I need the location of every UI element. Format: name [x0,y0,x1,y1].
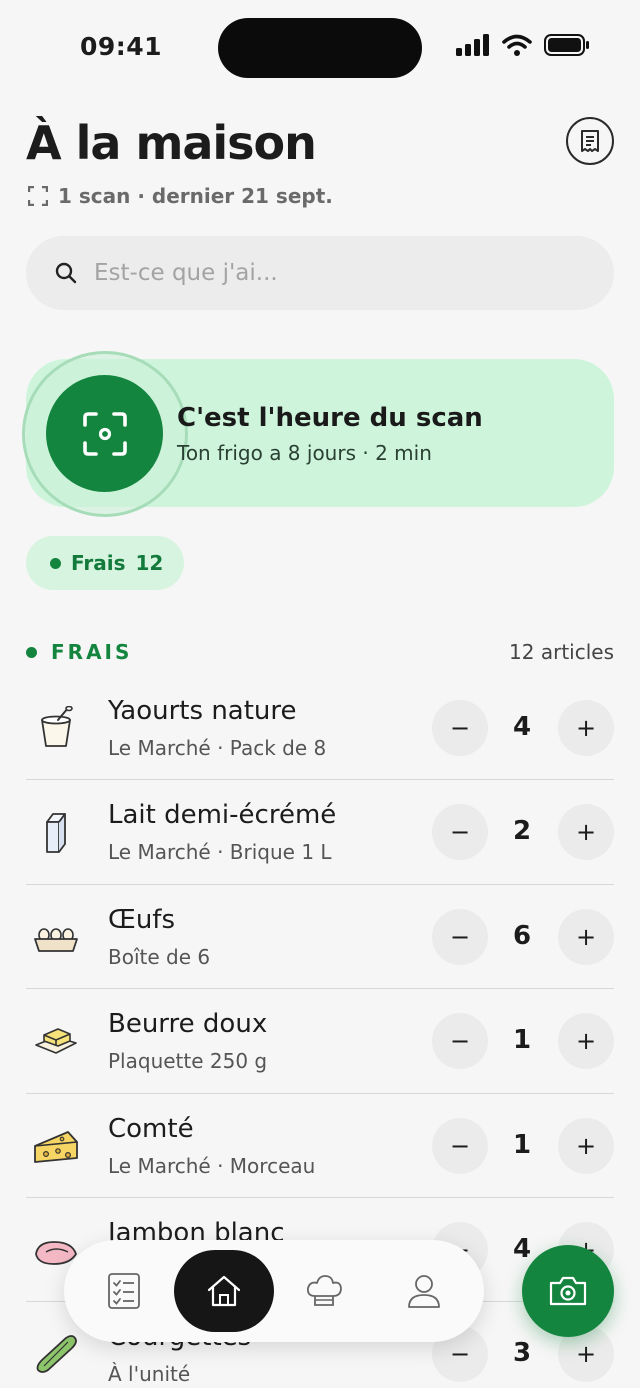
search-bar[interactable] [26,236,614,310]
item-detail: Le Marché · Brique 1 L [108,840,332,865]
quantity-value: 3 [512,1338,532,1369]
decrease-button[interactable]: − [432,1013,488,1070]
chip-dot [50,557,61,569]
cheese-icon [34,1130,78,1163]
section-title: FRAIS [26,640,132,664]
butter-icon [35,1028,77,1054]
item-name: Yaourts nature [108,696,297,726]
chef-hat-icon [306,1275,342,1306]
item-detail: Plaquette 250 g [108,1049,268,1074]
item-detail: Le Marché · Morceau [108,1153,316,1178]
status-icons [456,34,590,56]
battery-icon [544,34,589,56]
increase-button[interactable]: + [558,1117,614,1174]
search-input[interactable] [94,260,554,286]
page-title: À la maison [26,116,317,170]
section-count: 12 articles [509,640,614,664]
list-item[interactable]: Lait demi-écrémé Le Marché · Brique 1 L … [26,780,614,885]
filter-chip-frais[interactable]: Frais 12 [26,536,184,590]
yogurt-icon [41,706,73,747]
receipt-icon [581,130,599,152]
status-time: 09:41 [80,32,163,61]
wifi-icon [502,34,532,56]
scan-meta-text: 1 scan · dernier 21 sept. [58,184,333,208]
item-detail: Le Marché · Pack de 8 [108,736,327,760]
increase-button[interactable]: + [558,804,614,861]
bottom-nav [64,1240,484,1342]
quantity-value: 1 [512,1025,532,1056]
search-icon [55,262,77,284]
quantity-value: 1 [512,1129,532,1160]
item-detail: Boîte de 6 [108,944,211,969]
scan-card-subtitle: Ton frigo a 8 jours · 2 min [177,441,432,465]
item-name: Beurre doux [108,1009,268,1040]
list-item[interactable]: Beurre doux Plaquette 250 g − 1 + [26,989,614,1094]
list-icon [108,1273,140,1309]
scan-frame-icon [28,186,48,206]
dynamic-island [218,18,422,78]
chip-label: Frais [71,551,126,575]
increase-button[interactable]: + [558,1013,614,1070]
scan-meta: 1 scan · dernier 21 sept. [28,184,333,208]
decrease-button[interactable]: − [432,1117,488,1174]
egg-box-icon [34,927,78,952]
profile-icon [408,1275,440,1308]
decrease-button[interactable]: − [432,804,488,861]
list-item[interactable]: Œufs Boîte de 6 − 6 + [26,885,614,990]
increase-button[interactable]: + [558,700,614,756]
increase-button[interactable]: + [558,908,614,965]
cellular-signal-icon [456,34,489,56]
nav-item-recipes[interactable] [274,1250,374,1332]
quantity-value: 6 [512,920,532,951]
status-bar: 09:41 [0,0,640,96]
scan-button[interactable] [46,375,163,492]
item-detail: À l'unité [108,1362,191,1387]
zucchini-icon [36,1335,77,1374]
section-dot [26,646,37,658]
nav-item-home[interactable] [174,1250,274,1332]
chip-count: 12 [135,551,164,575]
list-item[interactable]: Comté Le Marché · Morceau − 1 + [26,1094,614,1198]
quantity-value: 4 [512,712,532,742]
decrease-button[interactable]: − [432,700,488,756]
home-icon [207,1275,241,1307]
nav-item-profile[interactable] [374,1250,474,1332]
quantity-value: 2 [512,816,532,847]
item-name: Œufs [108,904,175,935]
nav-item-list[interactable] [74,1250,174,1332]
item-name: Lait demi-écrémé [108,800,337,831]
scan-card-title: C'est l'heure du scan [177,403,483,433]
scan-target-icon [82,411,127,456]
section-header: FRAIS 12 articles [26,640,614,664]
decrease-button[interactable]: − [432,908,488,965]
camera-button[interactable] [522,1245,614,1337]
receipt-button[interactable] [566,117,614,165]
camera-icon [549,1276,587,1306]
item-name: Comté [108,1113,194,1144]
section-title-text: FRAIS [51,640,133,664]
list-item[interactable]: Yaourts nature Le Marché · Pack de 8 − 4… [26,676,614,781]
milk-carton-icon [46,813,66,854]
